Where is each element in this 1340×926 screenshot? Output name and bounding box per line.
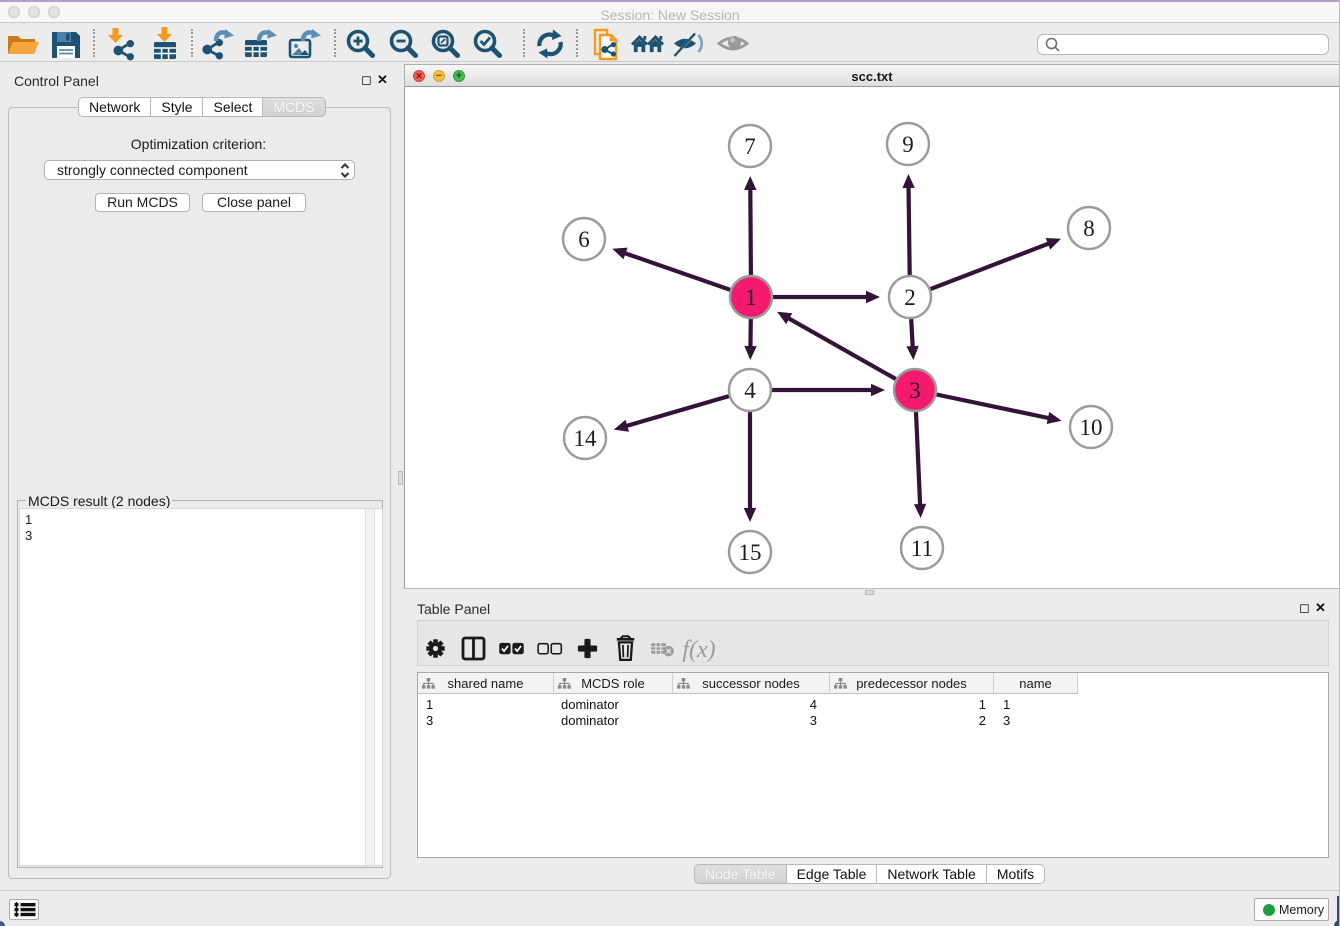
svg-text:8: 8: [1083, 216, 1095, 241]
svg-text:14: 14: [574, 426, 598, 451]
svg-text:f(x): f(x): [682, 637, 715, 663]
svg-text:2: 2: [904, 285, 916, 310]
svg-text:7: 7: [744, 134, 756, 159]
svg-text:15: 15: [739, 540, 762, 565]
svg-text:1: 1: [745, 285, 757, 310]
svg-text:10: 10: [1080, 415, 1103, 440]
svg-text:4: 4: [744, 378, 756, 403]
svg-text:11: 11: [911, 536, 933, 561]
svg-text:3: 3: [909, 378, 921, 403]
svg-text:9: 9: [902, 132, 914, 157]
svg-text:6: 6: [578, 227, 590, 252]
